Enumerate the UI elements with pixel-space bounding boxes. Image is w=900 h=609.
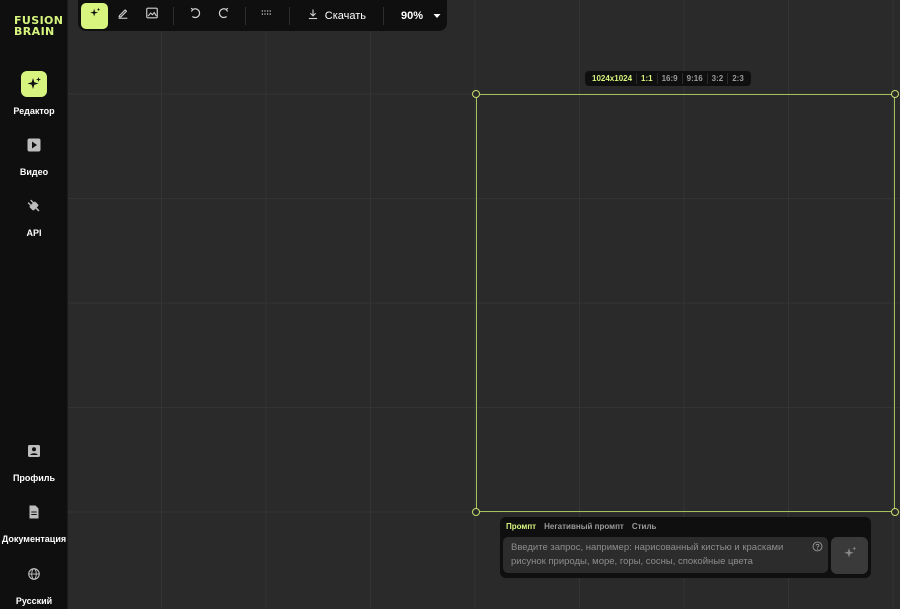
sidebar-item-label: Документация xyxy=(1,534,67,544)
help-circle-icon[interactable] xyxy=(812,541,823,557)
redo-icon xyxy=(217,6,231,25)
top-toolbar: Скачать 90% xyxy=(78,0,447,31)
sidebar-item-label: Русский xyxy=(15,596,53,606)
sidebar-item-profile[interactable]: Профиль xyxy=(0,438,68,483)
resize-handle-bottom-right[interactable] xyxy=(891,508,899,516)
generate-button[interactable] xyxy=(831,537,868,574)
sidebar-item-label: Профиль xyxy=(12,473,56,483)
toolbar-divider xyxy=(173,6,175,25)
sidebar-item-language[interactable]: Русский xyxy=(0,561,68,606)
zoom-value: 90% xyxy=(401,9,424,22)
sidebar-item-label: Редактор xyxy=(13,106,55,116)
tab-prompt[interactable]: Промпт xyxy=(506,522,536,531)
resize-handle-top-left[interactable] xyxy=(472,90,480,98)
plug-icon xyxy=(21,193,47,219)
image-icon xyxy=(145,6,159,25)
resize-handle-top-right[interactable] xyxy=(891,90,899,98)
profile-icon xyxy=(21,438,47,464)
resize-handle-bottom-left[interactable] xyxy=(472,508,480,516)
generation-frame[interactable] xyxy=(476,94,895,512)
sidebar-item-video[interactable]: Видео xyxy=(0,132,68,177)
logo-line-2: BRAIN xyxy=(14,25,55,38)
tab-negative-prompt[interactable]: Негативный промпт xyxy=(544,522,624,531)
generate-tool-button[interactable] xyxy=(81,2,109,29)
toolbar-divider xyxy=(383,6,384,25)
prompt-placeholder: Введите запрос, например: нарисованный к… xyxy=(511,542,784,567)
redo-button[interactable] xyxy=(210,3,237,29)
sparkle-icon xyxy=(842,545,858,566)
frame-size-label: 1024x1024 xyxy=(592,74,633,83)
grid-dots-icon xyxy=(260,6,274,25)
undo-button[interactable] xyxy=(181,3,208,29)
sidebar-item-docs[interactable]: Документация xyxy=(0,499,68,544)
sidebar-item-label: API xyxy=(26,228,42,238)
tab-style[interactable]: Стиль xyxy=(632,522,657,531)
undo-icon xyxy=(188,6,202,25)
toolbar-divider xyxy=(288,6,290,25)
caret-down-icon xyxy=(433,10,441,22)
ratio-option-3-2[interactable]: 3:2 xyxy=(708,74,728,83)
zoom-dropdown[interactable]: 90% xyxy=(391,3,447,29)
document-icon xyxy=(21,499,47,525)
globe-icon xyxy=(21,561,47,587)
sparkle-icon xyxy=(88,6,102,25)
ratio-option-2-3[interactable]: 2:3 xyxy=(728,74,748,83)
image-tool-button[interactable] xyxy=(138,3,165,29)
eraser-tool-button[interactable] xyxy=(109,3,136,29)
sidebar-item-api[interactable]: API xyxy=(0,193,68,238)
prompt-input[interactable]: Введите запрос, например: нарисованный к… xyxy=(503,537,828,573)
ratio-option-16-9[interactable]: 16:9 xyxy=(658,74,682,83)
aspect-ratio-bar: 1024x1024 1:1 16:9 9:16 3:2 2:3 xyxy=(585,71,751,86)
prompt-tabs: Промпт Негативный промпт Стиль xyxy=(506,522,656,531)
logo[interactable]: FUSION BRAIN xyxy=(14,15,63,37)
toolbar-divider xyxy=(245,6,247,25)
sidebar: FUSION BRAIN Редактор Видео API Профиль … xyxy=(0,0,68,609)
play-icon xyxy=(21,132,47,158)
grid-toggle-button[interactable] xyxy=(253,3,280,29)
ratio-option-1-1[interactable]: 1:1 xyxy=(637,74,657,83)
download-label: Скачать xyxy=(324,9,367,22)
sidebar-item-editor[interactable]: Редактор xyxy=(0,71,68,116)
download-button[interactable]: Скачать xyxy=(297,3,376,29)
prompt-panel: Промпт Негативный промпт Стиль Введите з… xyxy=(500,517,871,578)
ratio-option-9-16[interactable]: 9:16 xyxy=(683,74,707,83)
eraser-icon xyxy=(116,6,130,25)
download-icon xyxy=(307,8,319,23)
sparkle-icon xyxy=(21,71,47,97)
sidebar-item-label: Видео xyxy=(19,167,49,177)
